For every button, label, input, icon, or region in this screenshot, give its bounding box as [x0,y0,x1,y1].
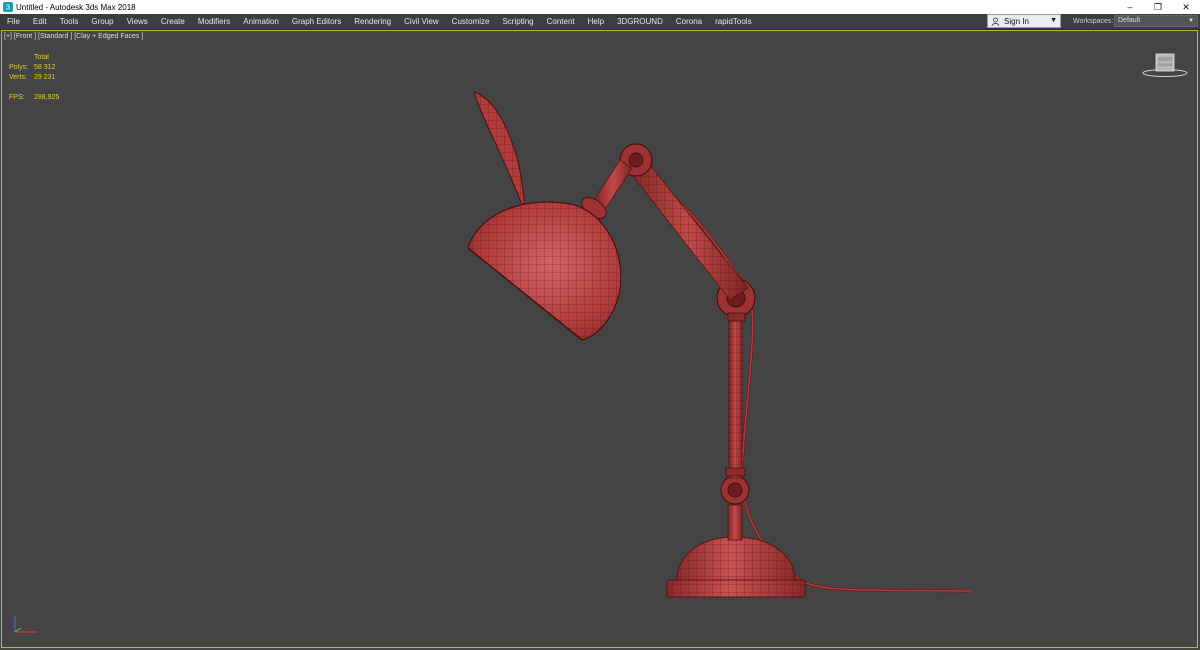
desk-lamp-model[interactable] [0,0,1200,650]
lamp-visor [473,91,525,205]
lamp-shade [467,201,622,341]
lamp-upper-arm [627,159,749,301]
lamp-base [666,536,806,598]
